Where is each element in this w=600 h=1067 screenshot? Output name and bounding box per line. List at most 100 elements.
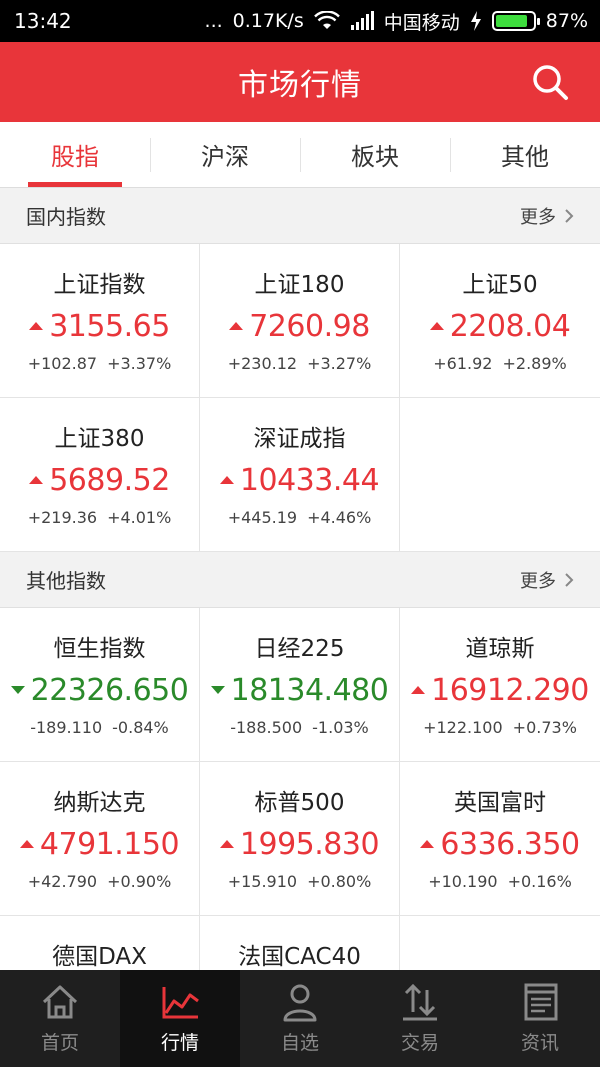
up-arrow-icon — [29, 476, 44, 484]
change-value: +122.100 — [423, 718, 503, 737]
search-button[interactable] — [530, 62, 570, 102]
index-change: +230.12 +3.27% — [228, 354, 372, 373]
index-card[interactable]: 道琼斯 16912.290 +122.100 +0.73% — [400, 608, 600, 762]
bottom-nav: 首页 行情 自选 交易 资讯 — [0, 970, 600, 1067]
up-arrow-icon — [420, 840, 435, 848]
index-price: 22326.650 — [10, 670, 189, 710]
index-price: 3155.65 — [29, 306, 170, 346]
signal-icon — [350, 11, 374, 31]
change-percent: +0.90% — [107, 872, 172, 891]
index-price: 10433.44 — [219, 460, 380, 500]
nav-watchlist[interactable]: 自选 — [240, 970, 360, 1067]
index-price-value: 1995.830 — [239, 826, 380, 862]
page-title: 市场行情 — [238, 68, 362, 103]
down-arrow-icon — [10, 686, 25, 694]
up-arrow-icon — [219, 840, 234, 848]
tab-stock-index[interactable]: 股指 — [0, 122, 150, 187]
index-price: 4791.150 — [19, 824, 180, 864]
down-arrow-icon — [210, 686, 225, 694]
change-value: +230.12 — [227, 354, 298, 373]
nav-label: 交易 — [400, 1032, 439, 1054]
index-change: +219.36 +4.01% — [28, 508, 172, 527]
index-card[interactable]: 深证成指 10433.44 +445.19 +4.46% — [200, 398, 400, 552]
nav-news[interactable]: 资讯 — [480, 970, 600, 1067]
tab-sector[interactable]: 板块 — [300, 122, 450, 187]
index-change: +42.790 +0.90% — [28, 872, 172, 891]
up-arrow-icon — [429, 322, 444, 330]
section-other-indices: 其他指数 更多 — [0, 552, 600, 608]
index-price: 7260.98 — [229, 306, 370, 346]
section-title: 国内指数 — [26, 205, 106, 229]
app-header: 市场行情 — [0, 42, 600, 122]
nav-home[interactable]: 首页 — [0, 970, 120, 1067]
change-value: +15.910 — [227, 872, 298, 891]
index-price-value: 4791.150 — [39, 826, 180, 862]
index-name: 法国CAC40 — [238, 944, 361, 970]
section-domestic-indices: 国内指数 更多 — [0, 188, 600, 244]
index-name: 德国DAX — [52, 944, 147, 970]
more-domestic-button[interactable]: 更多 — [520, 203, 574, 229]
change-value: +42.790 — [27, 872, 98, 891]
index-name: 上证50 — [462, 272, 538, 298]
empty-cell — [400, 398, 600, 552]
tab-other[interactable]: 其他 — [450, 122, 600, 187]
index-price-value: 18134.480 — [230, 672, 389, 708]
more-other-button[interactable]: 更多 — [520, 567, 574, 593]
change-value: +102.87 — [27, 354, 98, 373]
index-name: 纳斯达克 — [53, 790, 146, 816]
index-name: 上证指数 — [53, 272, 146, 298]
change-value: +10.190 — [428, 872, 498, 891]
index-change: +445.19 +4.46% — [228, 508, 372, 527]
user-icon — [280, 982, 320, 1022]
section-title: 其他指数 — [26, 569, 106, 593]
index-price-value: 3155.65 — [49, 308, 170, 344]
index-card[interactable]: 纳斯达克 4791.150 +42.790 +0.90% — [0, 762, 200, 916]
chevron-right-icon — [565, 572, 574, 587]
index-price: 6336.350 — [420, 824, 580, 864]
index-card[interactable]: 上证50 2208.04 +61.92 +2.89% — [400, 244, 600, 398]
nav-trade[interactable]: 交易 — [360, 970, 480, 1067]
tab-shanghai-shenzhen[interactable]: 沪深 — [150, 122, 300, 187]
carrier-name: 中国移动 — [383, 11, 460, 34]
index-price-value: 6336.350 — [440, 826, 580, 862]
change-value: +445.19 — [227, 508, 298, 527]
index-card[interactable]: 上证指数 3155.65 +102.87 +3.37% — [0, 244, 200, 398]
index-price-value: 2208.04 — [449, 308, 571, 344]
battery-icon — [491, 11, 540, 31]
wifi-icon — [313, 11, 340, 31]
charging-icon — [470, 11, 482, 31]
status-indicators: ... 0.17K/s 中国移动 87% — [205, 8, 588, 35]
index-card[interactable]: 英国富时 6336.350 +10.190 +0.16% — [400, 762, 600, 916]
change-percent: +3.37% — [107, 354, 172, 373]
index-card[interactable]: 上证180 7260.98 +230.12 +3.27% — [200, 244, 400, 398]
index-card[interactable]: 日经225 18134.480 -188.500 -1.03% — [200, 608, 400, 762]
index-price: 2208.04 — [429, 306, 571, 346]
index-price-value: 22326.650 — [30, 672, 189, 708]
nav-label: 资讯 — [520, 1032, 559, 1054]
index-price-value: 7260.98 — [249, 308, 370, 344]
index-card[interactable]: 上证380 5689.52 +219.36 +4.01% — [0, 398, 200, 552]
index-card[interactable]: 恒生指数 22326.650 -189.110 -0.84% — [0, 608, 200, 762]
index-change: +10.190 +0.16% — [428, 872, 572, 891]
search-icon — [533, 65, 568, 100]
index-name: 恒生指数 — [53, 636, 146, 662]
nav-market[interactable]: 行情 — [120, 970, 240, 1067]
home-icon — [40, 982, 80, 1022]
up-arrow-icon — [219, 476, 234, 484]
change-percent: +0.16% — [507, 872, 572, 891]
chart-icon — [160, 982, 200, 1022]
index-card[interactable]: 标普500 1995.830 +15.910 +0.80% — [200, 762, 400, 916]
up-arrow-icon — [29, 322, 44, 330]
index-price: 16912.290 — [411, 670, 589, 710]
up-arrow-icon — [19, 840, 34, 848]
nav-label: 自选 — [280, 1032, 319, 1054]
index-price-value: 5689.52 — [49, 462, 170, 498]
index-price-value: 10433.44 — [239, 462, 380, 498]
index-change: +61.92 +2.89% — [433, 354, 566, 373]
more-label: 更多 — [520, 570, 556, 592]
index-price: 1995.830 — [219, 824, 380, 864]
change-value: -189.110 — [30, 718, 103, 737]
change-percent: +0.73% — [512, 718, 577, 737]
change-value: +219.36 — [27, 508, 98, 527]
network-speed: 0.17K/s — [232, 10, 304, 32]
